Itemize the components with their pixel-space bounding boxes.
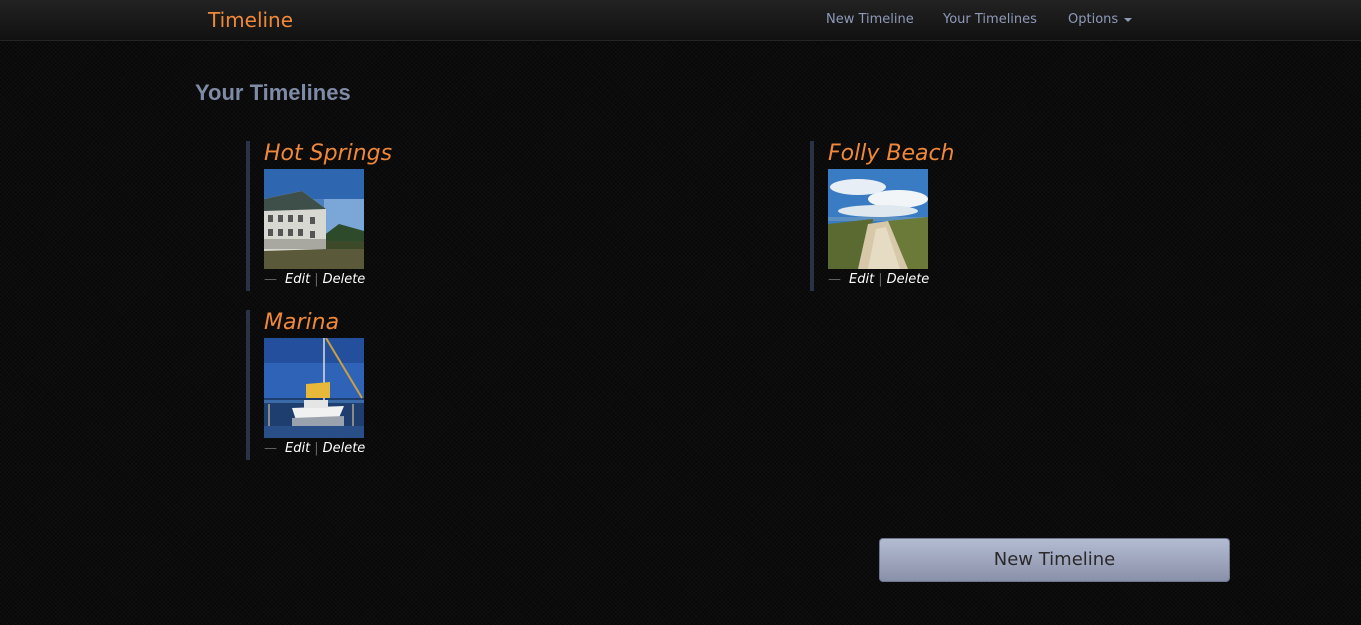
top-navbar: Timeline New Timeline Your Timelines Opt… <box>0 0 1361 41</box>
timeline-card-folly-beach: Folly Beach — Edit | Delete <box>810 141 1114 291</box>
delete-link[interactable]: Delete <box>323 441 366 456</box>
timeline-title[interactable]: Marina <box>264 310 339 335</box>
nav-new-timeline[interactable]: New Timeline <box>826 12 914 27</box>
delete-link[interactable]: Delete <box>323 272 366 287</box>
timeline-thumbnail[interactable] <box>264 338 364 438</box>
dash-separator: — <box>828 272 841 287</box>
timeline-thumbnail[interactable] <box>264 169 364 269</box>
beach-image <box>828 169 928 269</box>
timeline-title[interactable]: Hot Springs <box>264 141 392 166</box>
edit-link[interactable]: Edit <box>849 272 874 287</box>
nav-your-timelines[interactable]: Your Timelines <box>943 12 1037 27</box>
timeline-title[interactable]: Folly Beach <box>828 141 955 166</box>
pipe-separator: | <box>878 272 883 287</box>
page-title: Your Timelines <box>195 80 351 105</box>
edit-link[interactable]: Edit <box>285 272 310 287</box>
pipe-separator: | <box>314 441 319 456</box>
delete-link[interactable]: Delete <box>887 272 930 287</box>
timeline-card-hot-springs: Hot Springs — Edit | Delete <box>246 141 550 291</box>
timeline-thumbnail[interactable] <box>828 169 928 269</box>
timeline-card-marina: Marina — Edit | Delete <box>246 310 550 460</box>
nav-options-dropdown[interactable]: Options <box>1068 12 1133 27</box>
edit-link[interactable]: Edit <box>285 441 310 456</box>
brand-logo[interactable]: Timeline <box>208 8 293 32</box>
caret-down-icon <box>1124 17 1133 22</box>
pipe-separator: | <box>314 272 319 287</box>
hotel-building-image <box>264 169 364 269</box>
sailboat-image <box>264 338 364 438</box>
new-timeline-button[interactable]: New Timeline <box>879 538 1230 582</box>
dash-separator: — <box>264 272 277 287</box>
dash-separator: — <box>264 441 277 456</box>
timeline-actions: — Edit | Delete <box>264 441 365 456</box>
nav-options-label: Options <box>1068 12 1119 27</box>
timeline-actions: — Edit | Delete <box>264 272 365 287</box>
timeline-actions: — Edit | Delete <box>828 272 929 287</box>
